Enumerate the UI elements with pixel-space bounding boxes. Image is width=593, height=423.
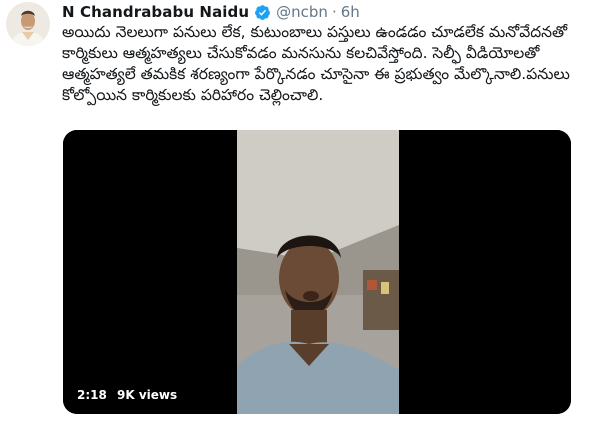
tweet-text: అయిదు నెలలుగా పనులు లేక, కుటుంబాలు పస్తు… [62, 23, 570, 104]
tweet-card[interactable]: N Chandrababu Naidu @ncbn · 6h అయిదు నెల… [0, 0, 593, 423]
video-player[interactable]: 2:18 9K views [63, 130, 571, 414]
author-handle[interactable]: @ncbn [276, 3, 328, 21]
avatar-photo-icon [6, 2, 50, 46]
avatar[interactable] [6, 2, 50, 46]
video-duration-badge: 2:18 [71, 384, 113, 406]
timestamp-link[interactable]: 6h [341, 3, 360, 21]
video-views-badge: 9K views [111, 384, 184, 406]
separator-dot: · [331, 3, 337, 21]
tweet-header: N Chandrababu Naidu @ncbn · 6h [62, 2, 360, 22]
author-name[interactable]: N Chandrababu Naidu [62, 3, 249, 21]
verified-badge-icon [254, 4, 271, 21]
video-frame [63, 130, 571, 414]
